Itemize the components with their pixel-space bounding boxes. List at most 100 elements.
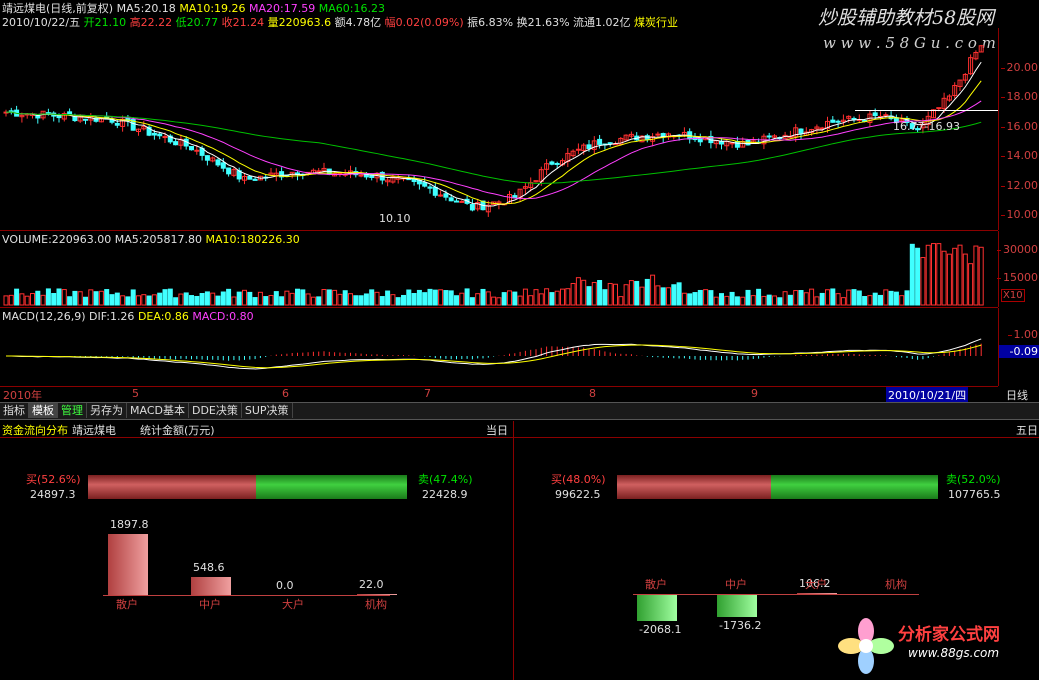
macd-tick: 1.00 bbox=[1007, 328, 1038, 341]
low-label: 10.10 bbox=[379, 212, 411, 225]
volume-bar bbox=[56, 288, 62, 306]
flow-bar-value: -2068.1 bbox=[639, 622, 682, 636]
candle-body bbox=[469, 204, 475, 211]
time-label: 5 bbox=[132, 387, 139, 400]
tab-macd-basic[interactable]: MACD基本 bbox=[127, 403, 189, 418]
macd-axis: 1.00 -0.09 bbox=[998, 308, 1039, 386]
flow-header: 资金流向分布 靖远煤电 统计金额(万元) 当日 五日 bbox=[0, 421, 1039, 438]
volume-bar bbox=[978, 246, 984, 306]
volume-bar bbox=[369, 289, 375, 306]
volume-bar bbox=[750, 295, 756, 306]
candle-body bbox=[220, 162, 226, 169]
volume-bar bbox=[639, 286, 645, 306]
flow-title: 资金流向分布 bbox=[2, 424, 68, 437]
candle-body bbox=[872, 112, 878, 117]
price-chart[interactable]: 10.10 16.77-16.93 bbox=[0, 28, 998, 231]
volume-bar bbox=[846, 289, 852, 306]
volume-bar bbox=[35, 290, 41, 306]
volume-bar bbox=[300, 289, 306, 306]
candle-body bbox=[316, 170, 322, 173]
volume-bar bbox=[835, 293, 841, 306]
tab-save-as[interactable]: 另存为 bbox=[87, 403, 127, 418]
price-tick: 20.00 bbox=[1000, 61, 1038, 74]
five-buy-fill bbox=[617, 475, 772, 499]
volume-bar bbox=[401, 294, 406, 306]
volume-bar bbox=[348, 293, 353, 306]
today-buy-val: 24897.3 bbox=[30, 488, 76, 501]
volume-bar bbox=[772, 295, 777, 306]
volume-bar bbox=[252, 297, 258, 306]
tab-template[interactable]: 模板 bbox=[29, 403, 58, 418]
five-buy-pct: 买(48.0%) bbox=[551, 473, 606, 486]
volume-bar bbox=[560, 288, 565, 306]
volume-bar bbox=[231, 296, 237, 306]
volume-bar bbox=[109, 294, 115, 306]
volume-bar bbox=[883, 289, 889, 306]
volume-bar bbox=[496, 297, 502, 306]
flow-bar-name: 中户 bbox=[725, 578, 747, 591]
volume-bar bbox=[167, 288, 173, 306]
volume-bar bbox=[554, 290, 560, 306]
volume-bar bbox=[30, 293, 35, 306]
volume-bar bbox=[798, 290, 804, 306]
today-label: 当日 bbox=[486, 424, 508, 437]
volume-bar bbox=[485, 291, 491, 306]
volume-bar bbox=[713, 296, 719, 306]
volume-bar bbox=[422, 292, 428, 306]
volume-bar bbox=[936, 243, 942, 306]
watermark-bottom: 分析家公式网 www.88gs.com bbox=[836, 614, 1036, 678]
volume-bar bbox=[247, 291, 253, 306]
volume-bar bbox=[761, 295, 767, 306]
volume-bar bbox=[210, 292, 216, 306]
volume-bar bbox=[565, 288, 571, 306]
volume-bar bbox=[236, 291, 242, 306]
flow-bar-name: 机构 bbox=[885, 578, 907, 591]
tab-sup[interactable]: SUP决策 bbox=[242, 403, 293, 418]
volume-bar bbox=[385, 290, 391, 306]
tab-dde[interactable]: DDE决策 bbox=[189, 403, 242, 418]
volume-bar bbox=[676, 282, 682, 306]
flow-bar-name: 机构 bbox=[365, 598, 387, 611]
candle-body bbox=[189, 146, 194, 151]
volume-bar bbox=[326, 289, 332, 306]
watermark-top: 炒股辅助教材58股网 bbox=[818, 7, 995, 29]
volume-bar bbox=[279, 296, 285, 306]
volume-bar bbox=[904, 290, 910, 306]
volume-bar bbox=[289, 292, 295, 306]
volume-bar bbox=[893, 291, 899, 306]
volume-bar bbox=[872, 292, 878, 306]
candle-body bbox=[719, 141, 724, 145]
volume-bar bbox=[395, 297, 401, 306]
volume-axis: 30000 15000 X10 bbox=[997, 231, 1039, 307]
volume-tick: 30000 bbox=[997, 243, 1038, 256]
candle-body bbox=[151, 132, 157, 136]
candle-body bbox=[655, 133, 661, 136]
current-date-label: 2010/10/21/四 bbox=[886, 387, 969, 403]
volume-bar bbox=[946, 253, 952, 306]
period-label: 日线 bbox=[1006, 389, 1028, 402]
volume-bar bbox=[628, 280, 634, 306]
volume-bar bbox=[448, 290, 454, 306]
flow-bar-value: 548.6 bbox=[193, 561, 225, 575]
candle-body bbox=[56, 115, 62, 119]
tab-indicator[interactable]: 指标 bbox=[0, 403, 29, 418]
candle-body bbox=[438, 194, 444, 197]
volume-bar bbox=[273, 291, 279, 306]
volume-chart[interactable]: VOLUME:220963.00 MA5:205817.80 MA10:1802… bbox=[0, 231, 998, 308]
volume-bar bbox=[406, 289, 412, 306]
volume-bar bbox=[909, 243, 915, 306]
volume-bar bbox=[952, 247, 958, 306]
macd-chart[interactable]: MACD(12,26,9) DIF:1.26 DEA:0.86 MACD:0.8… bbox=[0, 308, 998, 387]
volume-bar bbox=[644, 278, 650, 306]
volume-bar bbox=[475, 293, 481, 306]
volume-bar bbox=[3, 295, 9, 306]
volume-bar bbox=[220, 291, 226, 306]
volume-bar bbox=[24, 295, 30, 306]
volume-bar bbox=[342, 290, 348, 306]
volume-bar bbox=[745, 289, 751, 306]
volume-bar bbox=[295, 288, 300, 306]
volume-bar bbox=[199, 293, 205, 306]
volume-bar bbox=[83, 296, 88, 306]
tab-manage[interactable]: 管理 bbox=[58, 403, 87, 418]
volume-tick: 15000 bbox=[997, 271, 1038, 284]
